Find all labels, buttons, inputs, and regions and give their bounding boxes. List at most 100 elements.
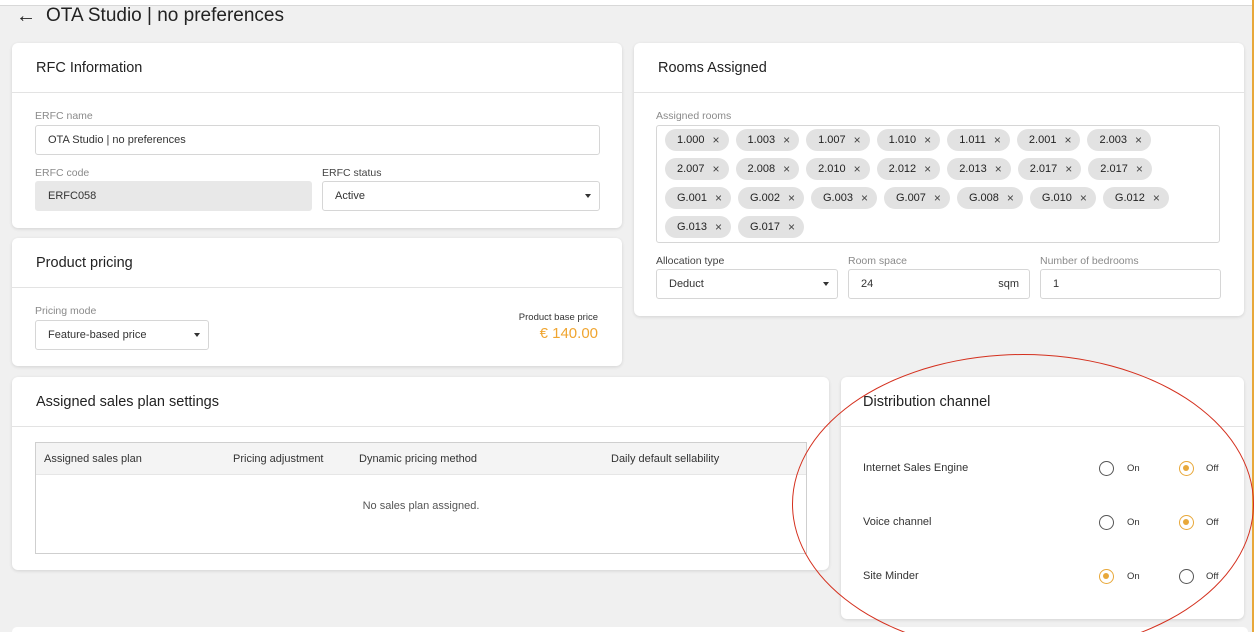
- remove-chip-icon[interactable]: ×: [788, 192, 795, 204]
- channel-name: Voice channel: [863, 516, 932, 528]
- remove-chip-icon[interactable]: ×: [713, 134, 720, 146]
- room-chip-label: 1.011: [959, 134, 986, 146]
- room-chip-label: 2.001: [1028, 134, 1057, 146]
- chevron-down-icon: [823, 282, 829, 286]
- erfc-name-label: ERFC name: [35, 110, 93, 122]
- room-chip: G.010 ×: [1029, 187, 1096, 209]
- base-price-label: Product base price: [518, 312, 598, 323]
- remove-chip-icon[interactable]: ×: [713, 163, 720, 175]
- room-chip-label: 1.003: [747, 134, 776, 146]
- remove-chip-icon[interactable]: ×: [1007, 192, 1014, 204]
- remove-chip-icon[interactable]: ×: [783, 134, 790, 146]
- bedrooms-input[interactable]: 1: [1040, 269, 1221, 299]
- remove-chip-icon[interactable]: ×: [1064, 134, 1071, 146]
- room-chip-label: 2.013: [959, 163, 987, 175]
- column-header[interactable]: Daily default sellability: [611, 453, 719, 465]
- rooms-assigned-card: Rooms Assigned Assigned rooms 1.000 × 1.00…: [634, 43, 1244, 316]
- room-chip-label: 2.017: [1029, 163, 1058, 175]
- radio-on[interactable]: [1099, 515, 1114, 530]
- room-space-label: Room space: [848, 255, 907, 267]
- page-header: ← OTA Studio | no preferences: [16, 4, 284, 28]
- room-space-unit: sqm: [998, 278, 1019, 290]
- erfc-code-value: ERFC058: [48, 190, 97, 202]
- remove-chip-icon[interactable]: ×: [715, 192, 722, 204]
- remove-chip-icon[interactable]: ×: [1080, 192, 1087, 204]
- page-title: OTA Studio | no preferences: [46, 5, 284, 26]
- room-chip-label: 1.000: [677, 134, 705, 146]
- pricing-mode-label: Pricing mode: [35, 305, 97, 317]
- column-header[interactable]: Pricing adjustment: [233, 453, 324, 465]
- room-chip: G.013 ×: [665, 216, 731, 238]
- remove-chip-icon[interactable]: ×: [861, 192, 868, 204]
- radio-off[interactable]: [1179, 515, 1194, 530]
- table-header: Assigned sales plan Pricing adjustment D…: [36, 443, 806, 475]
- room-chip: G.017 ×: [737, 216, 804, 238]
- room-chip-label: 1.010: [888, 134, 917, 146]
- remove-chip-icon[interactable]: ×: [854, 134, 861, 146]
- remove-chip-icon[interactable]: ×: [1065, 163, 1072, 175]
- room-chip-label: 2.008: [747, 163, 776, 175]
- assigned-rooms-input[interactable]: 1.000 × 1.003 × 1.007 × 1.010 × 1.011 × 2.001 × 2.00…: [656, 125, 1220, 243]
- remove-chip-icon[interactable]: ×: [995, 163, 1002, 175]
- radio-on[interactable]: [1099, 461, 1114, 476]
- column-header[interactable]: Dynamic pricing method: [359, 453, 477, 465]
- room-space-value: 24: [861, 278, 874, 290]
- remove-chip-icon[interactable]: ×: [783, 163, 790, 175]
- remove-chip-icon[interactable]: ×: [854, 163, 861, 175]
- arrow-left-icon[interactable]: ←: [16, 6, 36, 26]
- radio-on[interactable]: [1099, 569, 1114, 584]
- erfc-name-value: OTA Studio | no preferences: [48, 134, 186, 146]
- erfc-status-select[interactable]: Active: [322, 181, 600, 211]
- remove-chip-icon[interactable]: ×: [715, 221, 722, 233]
- channel-row: Site Minder On Off: [841, 567, 1244, 587]
- channel-row: Voice channel On Off: [841, 513, 1244, 533]
- room-chip: 1.003 ×: [735, 129, 800, 151]
- card-title: Distribution channel: [841, 377, 1244, 427]
- sales-plan-table: Assigned sales plan Pricing adjustment D…: [35, 442, 807, 554]
- room-chip-label: G.002: [749, 192, 780, 204]
- room-chip-label: G.007: [895, 192, 926, 204]
- allocation-type-value: Deduct: [669, 278, 704, 290]
- chevron-down-icon: [194, 333, 200, 337]
- channel-name: Internet Sales Engine: [863, 462, 969, 474]
- card-title: Product pricing: [12, 238, 622, 288]
- next-card-edge: [12, 627, 1248, 632]
- allocation-type-label: Allocation type: [656, 255, 725, 267]
- pricing-mode-value: Feature-based price: [48, 329, 147, 341]
- room-chip-label: G.017: [749, 221, 780, 233]
- remove-chip-icon[interactable]: ×: [1135, 134, 1142, 146]
- room-chip: 1.010 ×: [876, 129, 941, 151]
- room-chip-label: 2.007: [677, 163, 705, 175]
- remove-chip-icon[interactable]: ×: [924, 134, 931, 146]
- room-chip-label: G.001: [677, 192, 707, 204]
- room-chip-label: 2.003: [1099, 134, 1127, 146]
- bedrooms-label: Number of bedrooms: [1040, 255, 1139, 267]
- room-chip: G.003 ×: [810, 187, 877, 209]
- room-space-input[interactable]: 24 sqm: [848, 269, 1030, 299]
- erfc-code-input: ERFC058: [35, 181, 312, 211]
- radio-off[interactable]: [1179, 461, 1194, 476]
- radio-on-label: On: [1127, 571, 1140, 582]
- remove-chip-icon[interactable]: ×: [934, 192, 941, 204]
- pricing-mode-select[interactable]: Feature-based price: [35, 320, 209, 350]
- room-chip-label: G.003: [822, 192, 853, 204]
- radio-off[interactable]: [1179, 569, 1194, 584]
- room-chip-label: G.012: [1114, 192, 1145, 204]
- room-chip-label: G.008: [968, 192, 999, 204]
- empty-state-message: No sales plan assigned.: [362, 500, 480, 512]
- room-chip: 1.011 ×: [947, 129, 1010, 151]
- room-chip-label: G.013: [677, 221, 707, 233]
- radio-on-label: On: [1127, 517, 1140, 528]
- allocation-type-select[interactable]: Deduct: [656, 269, 838, 299]
- remove-chip-icon[interactable]: ×: [994, 134, 1001, 146]
- radio-off-label: Off: [1206, 463, 1219, 474]
- remove-chip-icon[interactable]: ×: [1153, 192, 1160, 204]
- room-chip: G.001 ×: [665, 187, 731, 209]
- remove-chip-icon[interactable]: ×: [788, 221, 795, 233]
- remove-chip-icon[interactable]: ×: [924, 163, 931, 175]
- remove-chip-icon[interactable]: ×: [1136, 163, 1143, 175]
- sales-plan-card: Assigned sales plan settings Assigned sa…: [12, 377, 829, 570]
- erfc-name-input[interactable]: OTA Studio | no preferences: [35, 125, 600, 155]
- room-chip-label: 2.010: [818, 163, 846, 175]
- column-header[interactable]: Assigned sales plan: [44, 453, 142, 465]
